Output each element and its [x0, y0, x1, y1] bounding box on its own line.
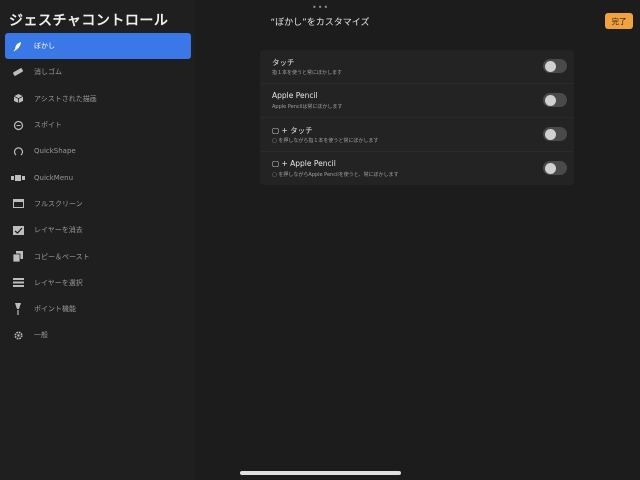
layer-select-icon — [8, 276, 28, 290]
option-subtitle: ▢ を押しながらApple Pencilを使うと、常にぼかします — [272, 172, 399, 178]
sidebar-item-label: フルスクリーン — [34, 199, 83, 208]
quickshape-icon — [8, 144, 28, 158]
sidebar-item-eraser[interactable]: 消しゴム — [5, 59, 191, 85]
sidebar-item-eyedropper[interactable]: スポイト — [5, 112, 191, 138]
sidebar-item-layer-select[interactable]: レイヤーを選択 — [5, 270, 191, 296]
pointer-icon — [8, 302, 28, 316]
sidebar-item-label: スポイト — [34, 121, 62, 130]
quickmenu-icon — [8, 171, 28, 185]
option-row-apple-pencil: Apple Pencil Apple Pencilは常にぼかします — [260, 84, 574, 118]
touch-toggle[interactable] — [543, 59, 567, 73]
app-root: ジェスチャコントロール ぼかし 消しゴム アシストされた描画 スポイト Quic… — [0, 0, 640, 480]
done-button[interactable]: 完了 — [605, 13, 633, 29]
multitasking-dots[interactable]: ••• — [312, 3, 329, 12]
clear-layer-icon — [8, 223, 28, 237]
sidebar-item-quickmenu[interactable]: QuickMenu — [5, 164, 191, 190]
toggle-knob — [544, 94, 556, 106]
toggle-knob — [544, 128, 556, 140]
sidebar: ジェスチャコントロール ぼかし 消しゴム アシストされた描画 スポイト Quic… — [0, 0, 195, 480]
toggle-knob — [544, 60, 556, 72]
sidebar-item-label: コピー＆ペースト — [34, 252, 90, 261]
sidebar-item-label: QuickMenu — [34, 173, 74, 182]
sidebar-item-label: アシストされた描画 — [34, 94, 97, 103]
apple-pencil-toggle[interactable] — [543, 93, 567, 107]
option-subtitle: Apple Pencilは常にぼかします — [272, 104, 343, 110]
copy-paste-icon — [8, 250, 28, 264]
home-indicator — [240, 471, 401, 475]
sidebar-item-label: 一般 — [34, 331, 48, 340]
option-subtitle: 指１本を使うと常にぼかします — [272, 70, 343, 76]
page-title: “ぼかし”をカスタマイズ — [270, 18, 370, 28]
sidebar-item-pointer[interactable]: ポイント機能 — [5, 296, 191, 322]
modifier-touch-toggle[interactable] — [543, 127, 567, 141]
eyedropper-icon — [8, 118, 28, 132]
options-list: タッチ 指１本を使うと常にぼかします Apple Pencil Apple Pe… — [260, 50, 574, 185]
option-row-modifier-touch: ▢ + タッチ ▢ を押しながら指１本を使うと常にぼかします — [260, 118, 574, 152]
sidebar-item-quickshape[interactable]: QuickShape — [5, 138, 191, 164]
eraser-icon — [8, 65, 28, 79]
sidebar-item-label: レイヤーを消去 — [34, 226, 83, 235]
cube-icon — [8, 92, 28, 106]
modifier-apple-pencil-toggle[interactable] — [543, 161, 567, 175]
sidebar-item-label: QuickShape — [34, 147, 76, 156]
sidebar-item-label: レイヤーを選択 — [34, 278, 83, 287]
option-title: ▢ + Apple Pencil — [272, 159, 336, 168]
option-subtitle: ▢ を押しながら指１本を使うと常にぼかします — [272, 138, 379, 144]
sidebar-item-clear-layer[interactable]: レイヤーを消去 — [5, 217, 191, 243]
option-row-modifier-apple-pencil: ▢ + Apple Pencil ▢ を押しながらApple Pencilを使う… — [260, 152, 574, 185]
toggle-knob — [544, 162, 556, 174]
sidebar-title: ジェスチャコントロール — [9, 13, 169, 29]
smudge-icon — [8, 39, 28, 53]
sidebar-menu: ぼかし 消しゴム アシストされた描画 スポイト QuickShape Quick… — [5, 33, 191, 349]
sidebar-item-general[interactable]: 一般 — [5, 322, 191, 348]
sidebar-item-label: 消しゴム — [34, 68, 62, 77]
option-title: Apple Pencil — [272, 91, 318, 100]
sidebar-item-fullscreen[interactable]: フルスクリーン — [5, 191, 191, 217]
option-title: ▢ + タッチ — [272, 126, 313, 135]
sidebar-item-assisted-drawing[interactable]: アシストされた描画 — [5, 86, 191, 112]
option-title: タッチ — [272, 58, 295, 67]
sidebar-item-label: ポイント機能 — [34, 305, 76, 314]
sidebar-item-copy-paste[interactable]: コピー＆ペースト — [5, 243, 191, 269]
sidebar-item-label: ぼかし — [34, 42, 55, 51]
gear-icon — [8, 328, 28, 342]
sidebar-item-smudge[interactable]: ぼかし — [5, 33, 191, 60]
fullscreen-icon — [8, 197, 28, 211]
option-row-touch: タッチ 指１本を使うと常にぼかします — [260, 50, 574, 84]
